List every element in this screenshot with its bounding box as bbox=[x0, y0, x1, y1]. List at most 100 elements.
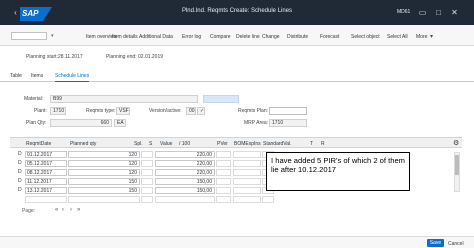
chevron-down-icon[interactable]: ▾ bbox=[51, 33, 54, 40]
period-indicator: D bbox=[18, 160, 22, 166]
bom-exp-ins-cell[interactable] bbox=[233, 178, 261, 185]
period-indicator: D bbox=[18, 169, 22, 175]
standard-val-cell[interactable] bbox=[262, 196, 274, 203]
minimize-icon[interactable]: ▭ bbox=[418, 8, 427, 17]
mrp-area-label: MRP Area: bbox=[244, 120, 269, 126]
value-cell[interactable]: 220,00 bbox=[155, 169, 215, 176]
first-page-icon[interactable]: « bbox=[55, 207, 58, 213]
forecast-button[interactable]: Forecast bbox=[320, 34, 339, 40]
select-object-button[interactable]: Select object bbox=[351, 34, 380, 40]
column-split[interactable]: Spl. bbox=[134, 141, 143, 147]
split-cell[interactable] bbox=[141, 178, 153, 185]
prev-page-icon[interactable]: ‹ bbox=[62, 207, 64, 213]
bom-exp-ins-cell[interactable] bbox=[233, 151, 261, 158]
save-button[interactable]: Save bbox=[427, 239, 444, 247]
planned-qty-cell[interactable]: 150 bbox=[68, 187, 140, 194]
tab-table[interactable]: Table bbox=[10, 73, 22, 79]
column-standard-val[interactable]: StandardVal. bbox=[263, 141, 292, 147]
last-page-icon[interactable]: » bbox=[77, 207, 80, 213]
value-cell[interactable]: 220,00 bbox=[155, 151, 215, 158]
application-toolbar: ▾ Item overview Item details Additional … bbox=[0, 25, 474, 46]
additional-data-button[interactable]: Additional Data bbox=[139, 34, 173, 40]
planned-qty-cell[interactable]: 120 bbox=[68, 160, 140, 167]
reqmt-date-cell[interactable] bbox=[25, 196, 67, 203]
command-field[interactable]: ▾ bbox=[11, 32, 54, 40]
bom-exp-ins-cell[interactable] bbox=[233, 196, 261, 203]
scrollbar-thumb[interactable] bbox=[455, 155, 459, 175]
distribute-button[interactable]: Distribute bbox=[287, 34, 308, 40]
mrp-area-field[interactable]: 1710 bbox=[269, 119, 307, 127]
reqmts-plan-field[interactable] bbox=[269, 107, 307, 115]
settings-icon[interactable]: ⚙ bbox=[453, 139, 459, 147]
version-label: Version/active: bbox=[149, 108, 182, 114]
pver-cell[interactable] bbox=[216, 169, 231, 176]
split-cell[interactable] bbox=[141, 160, 153, 167]
material-description-field bbox=[203, 95, 239, 103]
pver-cell[interactable] bbox=[216, 160, 231, 167]
uom-field[interactable]: EA bbox=[114, 119, 126, 127]
compare-button[interactable]: Compare bbox=[210, 34, 231, 40]
column-r[interactable]: R bbox=[321, 141, 325, 147]
column-pver[interactable]: PVer bbox=[217, 141, 228, 147]
bom-exp-ins-cell[interactable] bbox=[233, 160, 261, 167]
bom-exp-ins-cell[interactable] bbox=[233, 169, 261, 176]
column-value[interactable]: Value bbox=[160, 141, 172, 147]
pver-cell[interactable] bbox=[216, 196, 231, 203]
plan-qty-field[interactable]: 660 bbox=[50, 119, 112, 127]
footer-bar: Save Cancel bbox=[0, 236, 474, 248]
more-button[interactable]: More bbox=[416, 34, 427, 40]
period-indicator: D bbox=[18, 187, 22, 193]
pver-cell[interactable] bbox=[216, 178, 231, 185]
bom-exp-ins-cell[interactable] bbox=[233, 187, 261, 194]
column-t[interactable]: T bbox=[310, 141, 313, 147]
reqmt-date-cell[interactable]: 13.12.2017 bbox=[25, 187, 67, 194]
value-cell[interactable]: 220,00 bbox=[155, 160, 215, 167]
material-field[interactable]: B99 bbox=[50, 95, 198, 103]
reqmts-plan-label: Reqmts Plan: bbox=[238, 108, 269, 114]
planned-qty-cell[interactable]: 150 bbox=[68, 178, 140, 185]
plant-field[interactable]: 1710 bbox=[50, 107, 66, 115]
column-per-100[interactable]: / 100 bbox=[179, 141, 190, 147]
planned-qty-cell[interactable]: 120 bbox=[68, 169, 140, 176]
title-bar: SAP ‹ Plnd.Ind. Reqmts Create: Schedule … bbox=[0, 0, 474, 25]
pver-cell[interactable] bbox=[216, 151, 231, 158]
tab-schedule-lines[interactable]: Schedule Lines bbox=[55, 73, 90, 82]
split-cell[interactable] bbox=[141, 187, 153, 194]
reqmt-date-cell[interactable]: 01.12.2017 bbox=[25, 151, 67, 158]
split-cell[interactable] bbox=[141, 151, 153, 158]
planning-end-value: 02.01.2019 bbox=[138, 54, 164, 60]
active-checkbox[interactable]: ✓ bbox=[197, 107, 205, 115]
reqmt-date-cell[interactable]: 08.12.2017 bbox=[25, 169, 67, 176]
column-bom-exp-ins[interactable]: BOMExpIns bbox=[234, 141, 261, 147]
split-cell[interactable] bbox=[141, 169, 153, 176]
reqmt-date-cell[interactable]: 05.12.2017 bbox=[25, 160, 67, 167]
value-cell[interactable]: 150,00 bbox=[155, 187, 215, 194]
planned-qty-cell[interactable]: 120 bbox=[68, 151, 140, 158]
tab-items[interactable]: Items bbox=[31, 73, 43, 79]
table-row[interactable] bbox=[10, 195, 462, 204]
close-icon[interactable]: ✕ bbox=[450, 8, 459, 17]
plant-label: Plant: bbox=[34, 108, 47, 114]
reqmt-date-cell[interactable]: 11.12.2017 bbox=[25, 178, 67, 185]
cancel-button[interactable]: Cancel bbox=[448, 241, 464, 247]
planned-qty-cell[interactable] bbox=[68, 196, 140, 203]
period-indicator: D bbox=[18, 151, 22, 157]
reqmts-type-field[interactable]: VSF bbox=[116, 107, 130, 115]
column-s[interactable]: S bbox=[149, 141, 152, 147]
chevron-down-icon[interactable]: ▾ bbox=[430, 33, 433, 40]
version-field[interactable]: 00 bbox=[186, 107, 196, 115]
error-log-button[interactable]: Error log bbox=[182, 34, 201, 40]
next-page-icon[interactable]: › bbox=[70, 207, 72, 213]
pver-cell[interactable] bbox=[216, 187, 231, 194]
item-details-button[interactable]: Item details bbox=[112, 34, 138, 40]
select-all-button[interactable]: Select All bbox=[387, 34, 408, 40]
maximize-icon[interactable]: □ bbox=[434, 8, 443, 17]
vertical-scrollbar[interactable] bbox=[454, 152, 460, 192]
value-cell[interactable]: 150,00 bbox=[155, 178, 215, 185]
delete-line-button[interactable]: Delete line bbox=[236, 34, 260, 40]
column-planned-qty[interactable]: Planned qty bbox=[70, 141, 96, 147]
column-reqmt-date[interactable]: ReqmtDate bbox=[26, 141, 51, 147]
change-button[interactable]: Change bbox=[262, 34, 280, 40]
value-cell[interactable] bbox=[155, 196, 215, 203]
split-cell[interactable] bbox=[141, 196, 153, 203]
